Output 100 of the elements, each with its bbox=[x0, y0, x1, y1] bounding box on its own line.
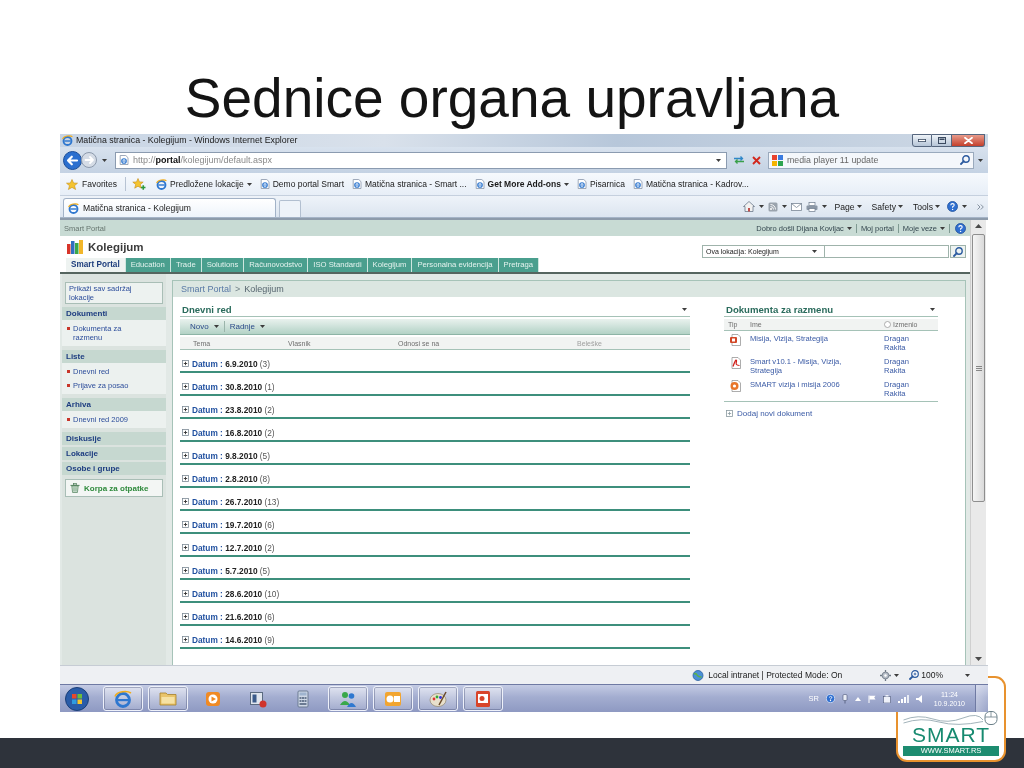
caret-icon[interactable] bbox=[894, 673, 900, 677]
browser-icon bbox=[62, 135, 73, 146]
taskbar-button[interactable] bbox=[418, 686, 458, 711]
favorites-button[interactable]: Favorites bbox=[64, 178, 119, 190]
nav-heading[interactable]: Dokumenti bbox=[62, 307, 166, 320]
menu-button[interactable]: Safety bbox=[868, 201, 906, 212]
nav-heading[interactable]: Arhiva bbox=[62, 398, 166, 411]
chevron-icon[interactable] bbox=[977, 203, 984, 210]
microphone-icon[interactable] bbox=[841, 693, 848, 704]
expand-icon[interactable] bbox=[182, 636, 189, 643]
expand-icon[interactable] bbox=[182, 406, 189, 413]
expand-icon[interactable] bbox=[182, 544, 189, 551]
stop-icon[interactable] bbox=[752, 155, 761, 165]
expand-icon[interactable] bbox=[182, 360, 189, 367]
expand-icon[interactable] bbox=[182, 452, 189, 459]
color-squares-icon bbox=[772, 154, 783, 166]
group-heading[interactable]: Datum : 2.8.2010 (8) bbox=[192, 473, 270, 484]
expand-icon[interactable] bbox=[182, 383, 189, 390]
add-favorite-icon[interactable] bbox=[131, 178, 146, 190]
caret-icon[interactable] bbox=[978, 158, 983, 162]
start-orb-icon[interactable] bbox=[65, 686, 89, 711]
group-heading[interactable]: Datum : 12.7.2010 (2) bbox=[192, 542, 275, 553]
caret-icon[interactable] bbox=[822, 205, 828, 208]
scroll-down-icon[interactable] bbox=[975, 657, 982, 661]
grip-icon bbox=[975, 365, 982, 371]
help-icon[interactable] bbox=[947, 201, 958, 212]
expand-icon[interactable] bbox=[182, 613, 189, 620]
zoom-button[interactable]: 100% bbox=[909, 670, 943, 680]
expand-icon[interactable] bbox=[182, 567, 189, 574]
caret-icon[interactable] bbox=[716, 158, 721, 162]
favorites-link[interactable]: Get More Add-ons bbox=[474, 179, 569, 189]
caret-icon[interactable] bbox=[962, 205, 967, 208]
menu-button[interactable]: Tools bbox=[909, 201, 943, 212]
taskbar-button[interactable] bbox=[103, 686, 143, 711]
refresh-icon[interactable] bbox=[733, 155, 745, 165]
nav-heading[interactable]: Diskusije bbox=[62, 432, 166, 445]
caret-icon[interactable] bbox=[682, 308, 687, 311]
show-desktop-button[interactable] bbox=[975, 685, 988, 712]
web-page-icon bbox=[352, 179, 363, 189]
favorites-link[interactable]: Matična stranica - Smart ... bbox=[352, 179, 467, 189]
maximize-button[interactable] bbox=[932, 134, 952, 147]
close-button[interactable] bbox=[952, 134, 985, 147]
search-icon[interactable] bbox=[960, 155, 970, 165]
window-title: Matična stranica - Kolegijum - Windows Internet Explorer bbox=[76, 135, 298, 146]
favorites-link[interactable]: Predložene lokacije bbox=[155, 178, 252, 190]
group-heading[interactable]: Datum : 16.8.2010 (2) bbox=[192, 427, 275, 438]
group-heading[interactable]: Datum : 9.8.2010 (5) bbox=[192, 450, 270, 461]
taskbar-button[interactable] bbox=[373, 686, 413, 711]
recycle-bin-link[interactable]: Korpa za otpatke bbox=[65, 479, 163, 497]
group-heading[interactable]: Datum : 5.7.2010 (5) bbox=[192, 565, 270, 576]
site-title[interactable]: Kolegijum bbox=[88, 241, 144, 253]
taskbar-button[interactable] bbox=[328, 686, 368, 711]
scroll-thumb[interactable] bbox=[972, 234, 985, 502]
group-heading[interactable]: Datum : 6.9.2010 (3) bbox=[192, 358, 270, 369]
scroll-up-icon[interactable] bbox=[975, 224, 982, 228]
slide-title: Sednice organa upravljana bbox=[184, 67, 840, 129]
search-field[interactable]: media player 11 update bbox=[768, 151, 974, 169]
scrollbar[interactable] bbox=[970, 220, 986, 665]
breadcrumb-link[interactable]: Smart Portal bbox=[181, 284, 231, 294]
address-field[interactable]: http://portal/kolegijum/default.aspx bbox=[115, 151, 727, 169]
nav-heading[interactable]: Lokacije bbox=[62, 447, 166, 460]
expand-icon[interactable] bbox=[182, 498, 189, 505]
security-zone[interactable]: Local intranet | Protected Mode: On bbox=[692, 669, 843, 681]
group-heading[interactable]: Datum : 28.6.2010 (10) bbox=[192, 588, 280, 599]
nav-heading[interactable]: Osobe i grupe bbox=[62, 462, 166, 475]
minimize-button[interactable] bbox=[912, 134, 932, 147]
group-heading[interactable]: Datum : 23.8.2010 (2) bbox=[192, 404, 275, 415]
favorites-link[interactable]: Demo portal Smart bbox=[259, 179, 345, 189]
caret-icon[interactable] bbox=[759, 205, 765, 208]
search-button[interactable] bbox=[950, 245, 966, 258]
expand-icon[interactable] bbox=[182, 521, 189, 528]
toolbar-menu[interactable]: Novo bbox=[185, 322, 224, 331]
expand-icon[interactable] bbox=[182, 429, 189, 436]
home-icon[interactable] bbox=[743, 201, 756, 212]
nav-heading[interactable]: Liste bbox=[62, 350, 166, 363]
group-heading[interactable]: Datum : 21.6.2010 (6) bbox=[192, 611, 275, 622]
menu-button[interactable]: Page bbox=[831, 201, 865, 212]
caret-icon[interactable] bbox=[782, 205, 788, 208]
expand-icon[interactable] bbox=[182, 475, 189, 482]
expand-icon[interactable] bbox=[182, 590, 189, 597]
search-field[interactable] bbox=[825, 245, 949, 258]
trash-bin-icon bbox=[70, 483, 80, 493]
globe-icon bbox=[692, 669, 705, 681]
caret-icon[interactable] bbox=[930, 308, 935, 311]
caret-icon[interactable] bbox=[102, 158, 107, 162]
favorites-link[interactable]: Matična stranica - Kadrov... bbox=[632, 179, 749, 189]
favorites-link[interactable]: Pisarnica bbox=[576, 179, 625, 189]
taskbar-button[interactable] bbox=[463, 686, 503, 711]
battery-icon[interactable] bbox=[882, 694, 891, 703]
toolbar-menu[interactable]: Radnje bbox=[224, 322, 271, 331]
nav-tab[interactable]: Smart Portal bbox=[66, 258, 126, 272]
group-heading[interactable]: Datum : 26.7.2010 (13) bbox=[192, 496, 280, 507]
group-heading[interactable]: Datum : 30.8.2010 (1) bbox=[192, 381, 275, 392]
group-heading[interactable]: Datum : 14.6.2010 (9) bbox=[192, 634, 275, 645]
browser-tab[interactable]: Matična stranica - Kolegijum bbox=[63, 198, 276, 217]
crosshair-icon[interactable] bbox=[880, 669, 892, 681]
taskbar-button[interactable] bbox=[148, 686, 188, 711]
group-heading[interactable]: Datum : 19.7.2010 (6) bbox=[192, 519, 275, 530]
add-document-link[interactable]: Dodaj novi dokument bbox=[724, 409, 813, 418]
help-icon[interactable] bbox=[955, 222, 966, 234]
